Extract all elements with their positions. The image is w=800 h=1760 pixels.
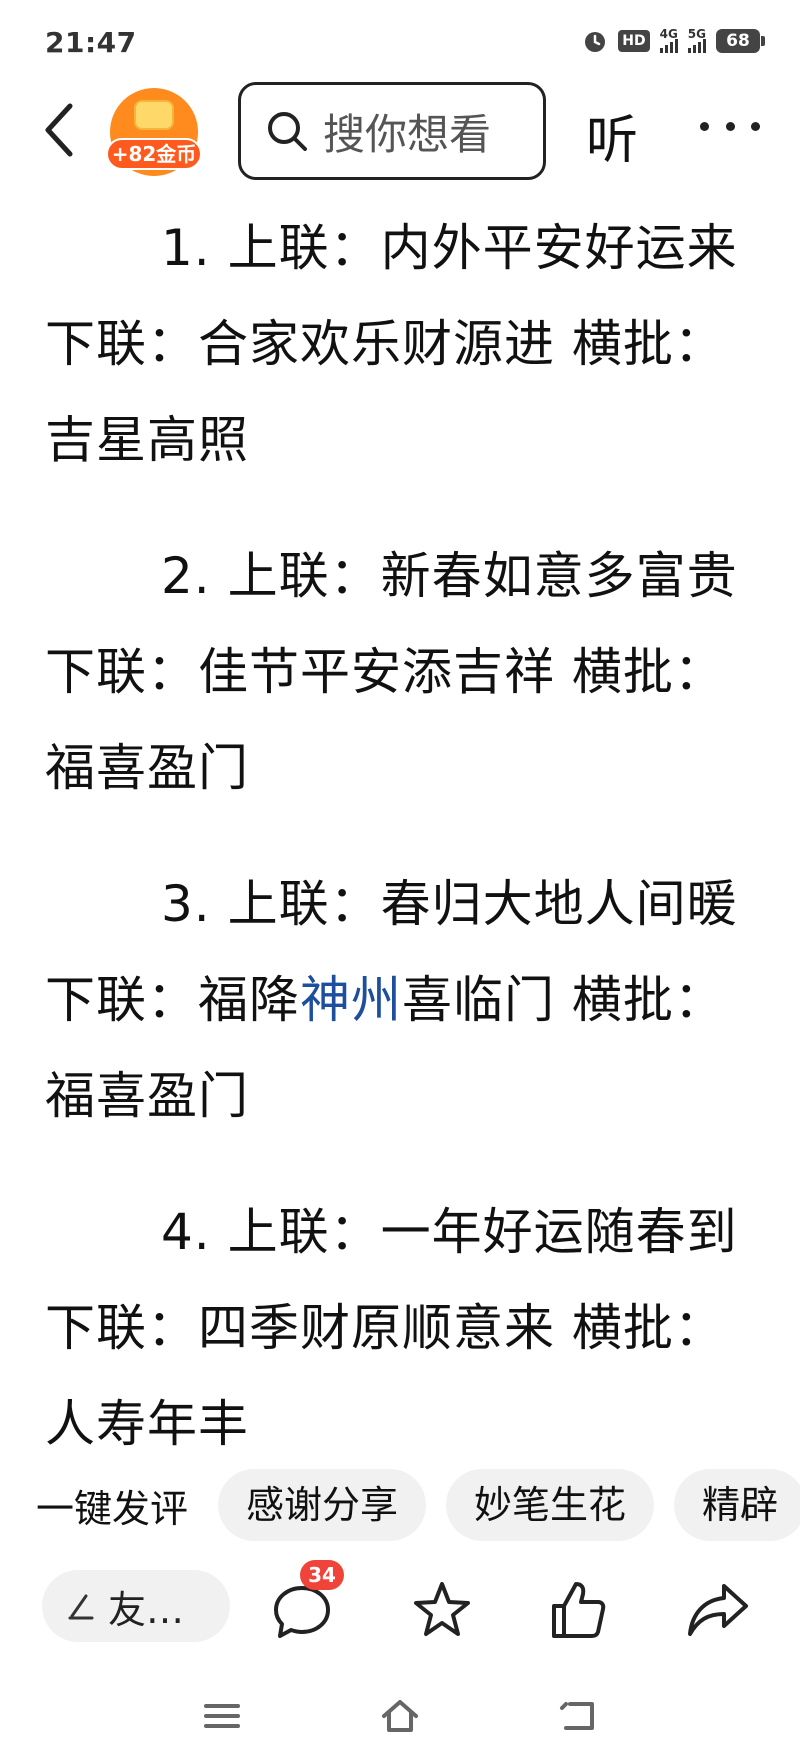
menu-icon[interactable] (200, 1694, 244, 1738)
system-nav-bar (0, 1680, 800, 1760)
chevron-left-icon (45, 103, 73, 157)
signal-5g-icon: 5G (687, 28, 706, 53)
couplet-paragraph-3: 3. 上联：春归大地人间暖 下联：福降神州喜临门 横批：福喜盈门 (45, 875, 738, 1125)
top-bar: +82金币 搜你想看 听 (0, 80, 800, 180)
action-bar: 友… 34 (0, 1560, 800, 1680)
keyword-link[interactable]: 神州 (300, 971, 402, 1029)
coin-badge-label: +82金币 (106, 138, 202, 170)
listen-button[interactable]: 听 (586, 98, 638, 173)
couplet-paragraph-1: 1. 上联：内外平安好运来 下联：合家欢乐财源进 横批：吉星高照 (45, 219, 738, 469)
quick-comment-chip[interactable]: 感谢分享 (218, 1469, 427, 1541)
status-icons: HD 4G 5G 68 (582, 28, 765, 54)
quick-comment-label[interactable]: 一键发评 (36, 1478, 188, 1533)
search-input[interactable]: 搜你想看 (238, 82, 546, 180)
status-time: 21:47 (45, 26, 137, 59)
comment-count-badge: 34 (300, 1560, 344, 1590)
quick-comment-chip[interactable]: 精辟 (674, 1469, 800, 1541)
share-icon[interactable] (684, 1576, 752, 1644)
back-button[interactable] (36, 100, 80, 160)
search-icon (268, 112, 307, 151)
search-placeholder: 搜你想看 (323, 109, 492, 159)
couplet-paragraph-2: 2. 上联：新春如意多富贵 下联：佳节平安添吉祥 横批：福喜盈门 (45, 547, 738, 797)
pen-icon (68, 1594, 94, 1620)
more-button[interactable] (700, 116, 760, 136)
more-horizontal-icon (700, 121, 709, 131)
quick-comment-chip[interactable]: 妙笔生花 (446, 1469, 655, 1541)
coin-reward-button[interactable]: +82金币 (106, 88, 202, 178)
battery-icon: 68 (716, 29, 765, 53)
home-icon[interactable] (378, 1694, 422, 1738)
star-icon[interactable] (408, 1576, 476, 1644)
couplet-paragraph-4: 4. 上联：一年好运随春到 下联：四季财原顺意来 横批：人寿年丰 (45, 1203, 738, 1447)
comment-placeholder: 友… (108, 1587, 185, 1632)
article-body: 1. 上联：内外平安好运来 下联：合家欢乐财源进 横批：吉星高照 2. 上联：新… (45, 200, 757, 1447)
like-icon[interactable] (544, 1576, 612, 1644)
back-icon[interactable] (556, 1694, 600, 1738)
alarm-icon (585, 32, 606, 52)
status-bar: 21:47 HD 4G 5G 68 (0, 0, 800, 80)
signal-4g-icon: 4G (659, 28, 678, 53)
comment-input[interactable]: 友… (42, 1570, 230, 1642)
quick-comment-bar: 一键发评 感谢分享 妙笔生花 精辟 (0, 1450, 800, 1560)
hd-icon: HD (618, 30, 650, 52)
